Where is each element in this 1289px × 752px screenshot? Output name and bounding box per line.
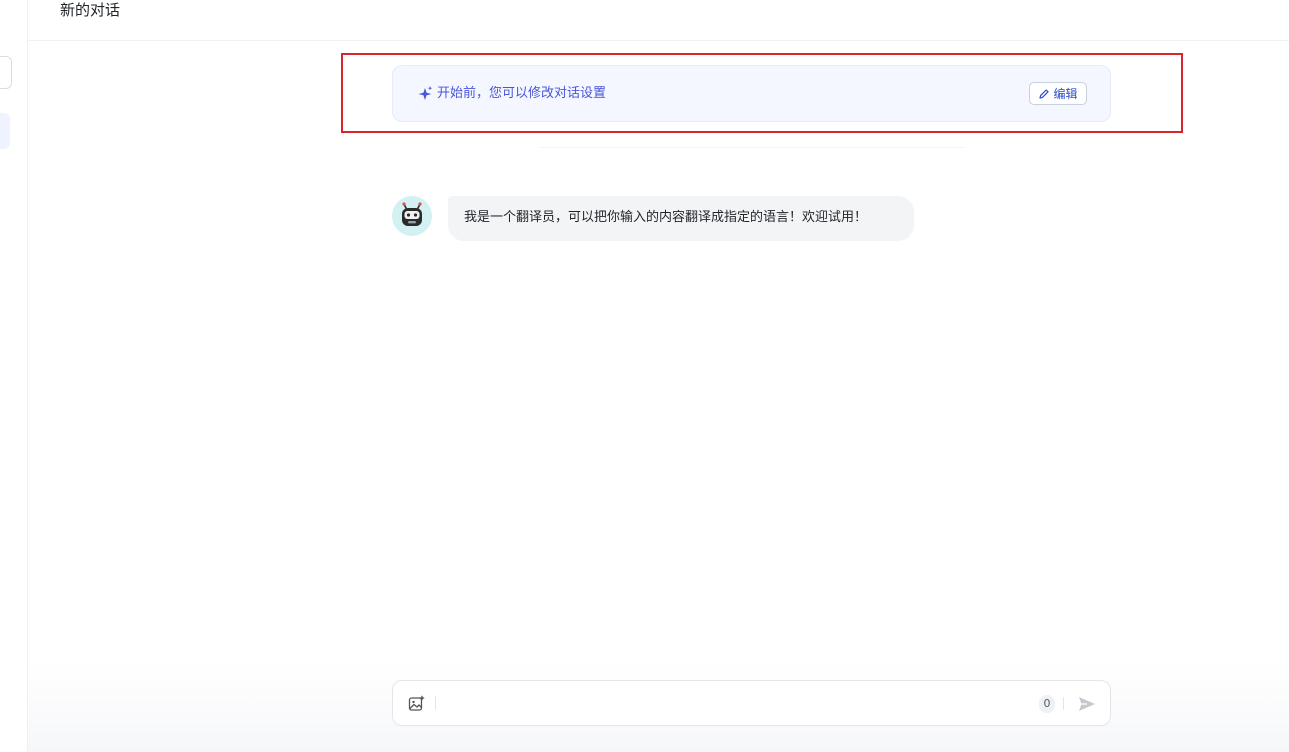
robot-icon	[392, 196, 432, 236]
image-upload-icon[interactable]	[408, 695, 425, 712]
message-input[interactable]	[445, 691, 1009, 719]
divider	[540, 147, 965, 148]
composer: 0	[392, 680, 1111, 726]
send-icon[interactable]	[1077, 694, 1097, 714]
composer-separator	[435, 696, 436, 710]
char-count-badge: 0	[1039, 695, 1055, 713]
highlight-box	[341, 53, 1183, 133]
sidebar-search-box[interactable]	[0, 56, 12, 89]
page-title: 新的对话	[60, 1, 121, 19]
assistant-message-bubble: 我是一个翻译员，可以把你输入的内容翻译成指定的语言！欢迎试用！	[448, 196, 914, 241]
sidebar	[0, 0, 28, 752]
sidebar-item-selected[interactable]	[0, 113, 10, 149]
message-text: 我是一个翻译员，可以把你输入的内容翻译成指定的语言！欢迎试用！	[464, 210, 868, 225]
robot-avatar	[392, 196, 432, 236]
app-root: 新的对话 开始前，您可以修改对话设置 编辑 我是一个翻译员，可以把你输入的内容翻…	[0, 0, 1289, 752]
send-separator	[1063, 697, 1064, 710]
header: 新的对话	[28, 0, 1289, 41]
